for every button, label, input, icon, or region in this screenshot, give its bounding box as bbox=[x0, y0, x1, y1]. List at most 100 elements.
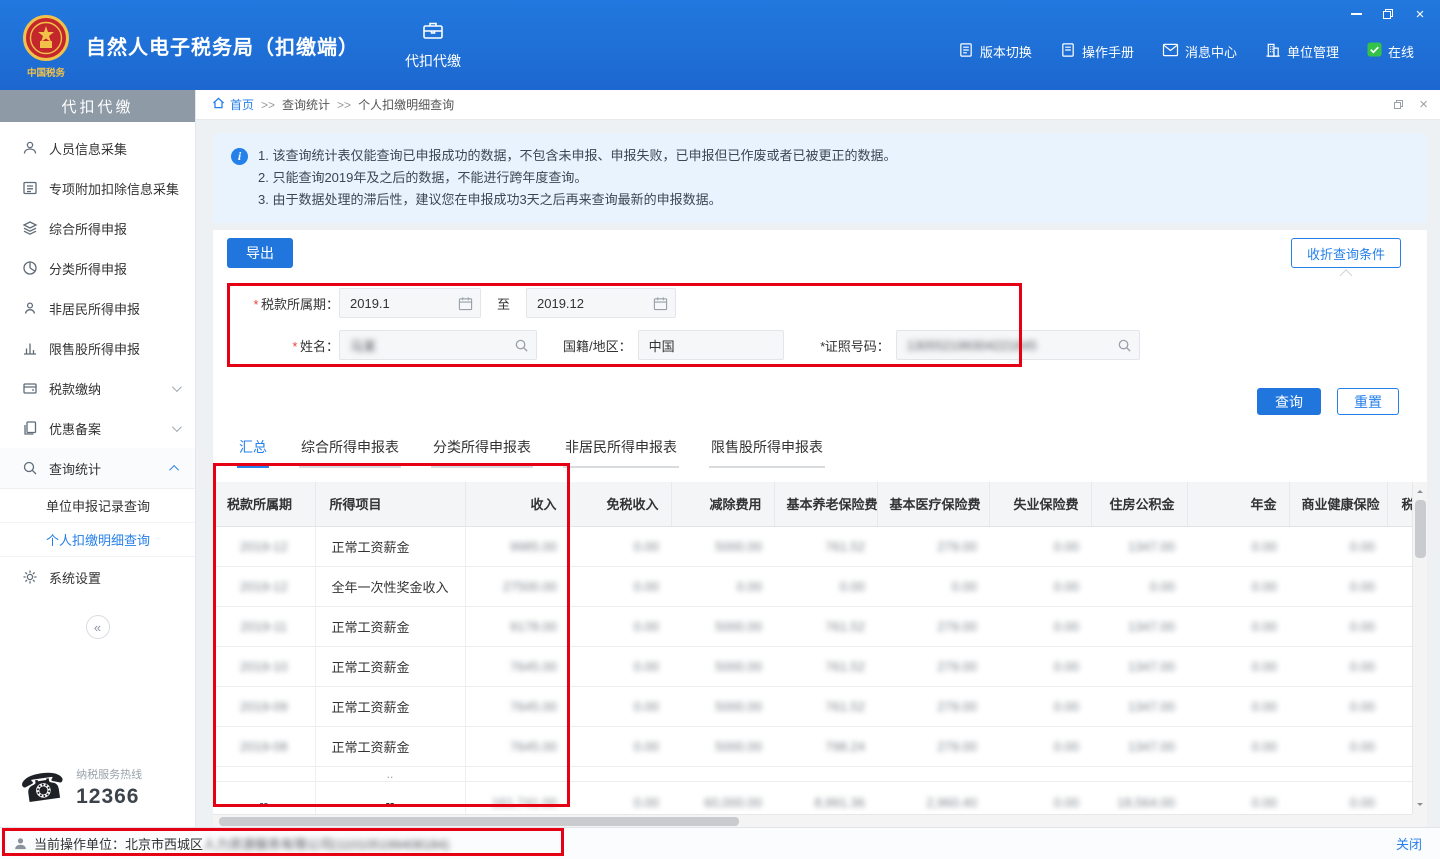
sidebar-item-personnel-info[interactable]: 人员信息采集 bbox=[0, 128, 195, 168]
required-mark: * bbox=[292, 339, 297, 354]
table-cell: 正常工资薪金 bbox=[315, 646, 465, 686]
sidebar-item-restricted-shares[interactable]: 限售股所得申报 bbox=[0, 328, 195, 368]
table-cell: 0.00 bbox=[569, 781, 671, 814]
query-form: *税款所属期： 至 bbox=[213, 288, 1427, 372]
nationality-field bbox=[638, 330, 784, 360]
window-minimize-button[interactable] bbox=[1348, 6, 1364, 22]
table-cell: 0.00 bbox=[569, 606, 671, 646]
table-cell bbox=[1187, 766, 1289, 781]
period-to-input[interactable] bbox=[527, 289, 675, 317]
name-input[interactable] bbox=[340, 331, 536, 359]
sidebar-item-label: 分类所得申报 bbox=[49, 259, 127, 278]
close-icon: × bbox=[1416, 7, 1425, 22]
sidebar-item-tax-payment[interactable]: 税款缴纳 bbox=[0, 368, 195, 408]
scroll-up-arrow[interactable] bbox=[1417, 487, 1423, 493]
breadcrumb-home[interactable]: 首页 bbox=[212, 96, 254, 113]
sidebar-item-label: 人员信息采集 bbox=[49, 139, 127, 158]
id-number-field bbox=[896, 330, 1140, 360]
tab-restricted-shares-form[interactable]: 限售股所得申报表 bbox=[709, 437, 825, 468]
window-close-button[interactable]: × bbox=[1412, 6, 1428, 22]
table-cell: 7645.00 bbox=[465, 686, 569, 726]
table-cell: 0.00 bbox=[1387, 526, 1412, 566]
vertical-scroll-thumb[interactable] bbox=[1415, 500, 1426, 558]
version-switch-icon bbox=[958, 42, 974, 61]
breadcrumb-level1[interactable]: 查询统计 bbox=[282, 96, 330, 113]
sidebar-item-nonresident-income[interactable]: 非居民所得申报 bbox=[0, 288, 195, 328]
horizontal-scrollbar[interactable] bbox=[213, 814, 1412, 827]
manual-link[interactable]: 操作手册 bbox=[1060, 42, 1134, 61]
sidebar-header: 代扣代缴 bbox=[0, 90, 195, 122]
tab-comprehensive-income-form[interactable]: 综合所得申报表 bbox=[299, 437, 401, 468]
table-cell bbox=[671, 766, 774, 781]
form-row-person: *姓名： 国籍/地区： bbox=[213, 330, 1427, 360]
table-cell: 2,960.40 bbox=[877, 781, 989, 814]
result-table: 税款所属期 所得项目 收入 免税收入 减除费用 基本养老保险费 基本医疗保险费 … bbox=[213, 482, 1412, 814]
table-cell: 279.00 bbox=[877, 606, 989, 646]
panel-close-icon[interactable]: × bbox=[1419, 97, 1428, 112]
tab-nonresident-income-form[interactable]: 非居民所得申报表 bbox=[563, 437, 679, 468]
unit-management-link[interactable]: 单位管理 bbox=[1265, 42, 1339, 61]
table-cell: 0.00 bbox=[1187, 686, 1289, 726]
scroll-down-arrow[interactable] bbox=[1417, 803, 1423, 809]
period-from-input[interactable] bbox=[340, 289, 480, 317]
collapse-query-label: 收折查询条件 bbox=[1307, 247, 1385, 262]
close-link[interactable]: 关闭 bbox=[1396, 834, 1422, 853]
table-cell: 2019-08 bbox=[213, 726, 315, 766]
reset-button[interactable]: 重置 bbox=[1337, 388, 1399, 415]
table-partial-row: .. bbox=[213, 766, 1412, 781]
panel-restore-icon[interactable] bbox=[1394, 100, 1403, 109]
sidebar-item-special-deduction[interactable]: 专项附加扣除信息采集 bbox=[0, 168, 195, 208]
message-center-link[interactable]: 消息中心 bbox=[1162, 42, 1237, 61]
sidebar-submenu: 单位申报记录查询 个人扣缴明细查询 bbox=[0, 488, 195, 557]
table-cell: 0.00 bbox=[989, 526, 1091, 566]
nationality-input[interactable] bbox=[639, 331, 783, 359]
collapse-query-button[interactable]: 收折查询条件 bbox=[1291, 238, 1401, 268]
export-button[interactable]: 导出 bbox=[227, 238, 293, 268]
sidebar-item-classified-income[interactable]: 分类所得申报 bbox=[0, 248, 195, 288]
id-number-input[interactable] bbox=[897, 331, 1139, 359]
card-toolbar: 导出 收折查询条件 bbox=[213, 230, 1427, 268]
table-cell: 0.00 bbox=[1387, 781, 1412, 814]
table-cell bbox=[989, 766, 1091, 781]
sidebar-subitem-personal-withholding-query[interactable]: 个人扣缴明细查询 bbox=[0, 523, 195, 557]
table-cell bbox=[877, 766, 989, 781]
col-taxfree-income: 免税收入 bbox=[569, 482, 671, 526]
sidebar-item-system-settings[interactable]: 系统设置 bbox=[0, 557, 195, 597]
vertical-scrollbar[interactable] bbox=[1412, 482, 1427, 814]
table-cell: 0.00 bbox=[989, 606, 1091, 646]
breadcrumb-level2: 个人扣缴明细查询 bbox=[358, 96, 454, 113]
table-cell: 1347.00 bbox=[1091, 646, 1187, 686]
tab-withholding-module[interactable]: 代扣代缴 bbox=[405, 19, 461, 71]
table-cell: 1347.00 bbox=[1091, 726, 1187, 766]
table-body: 2019-12正常工资薪金9985.000.005000.00761.52279… bbox=[213, 526, 1412, 814]
table-cell: 0.00 bbox=[989, 781, 1091, 814]
window-restore-button[interactable] bbox=[1380, 6, 1396, 22]
nationality-label: 国籍/地区： bbox=[563, 336, 632, 355]
horizontal-scroll-thumb[interactable] bbox=[219, 817, 739, 826]
sidebar-item-preference-filing[interactable]: 优惠备案 bbox=[0, 408, 195, 448]
table-cell: 5000.00 bbox=[671, 686, 774, 726]
tab-summary[interactable]: 汇总 bbox=[237, 437, 269, 468]
header-links: 版本切换 操作手册 消息中心 bbox=[958, 30, 1414, 61]
table-header-row: 税款所属期 所得项目 收入 免税收入 减除费用 基本养老保险费 基本医疗保险费 … bbox=[213, 482, 1412, 526]
version-switch-link[interactable]: 版本切换 bbox=[958, 42, 1032, 61]
documents-icon bbox=[22, 420, 38, 436]
notice-box: i 1. 该查询统计表仅能查询已申报成功的数据，不包含未申报、申报失败，已申报但… bbox=[213, 133, 1427, 223]
main-area: 首页 >> 查询统计 >> 个人扣缴明细查询 × i 1. 该查询统计表仅能查询… bbox=[196, 90, 1440, 827]
table-cell: 761.52 bbox=[774, 646, 877, 686]
tab-classified-income-form[interactable]: 分类所得申报表 bbox=[431, 437, 533, 468]
table-row: 2019-12正常工资薪金9985.000.005000.00761.52279… bbox=[213, 526, 1412, 566]
col-tax-period: 税款所属期 bbox=[213, 482, 315, 526]
sidebar-collapse-button[interactable]: « bbox=[86, 615, 110, 639]
table-cell: 2019-09 bbox=[213, 686, 315, 726]
sidebar-subitem-unit-declare-query[interactable]: 单位申报记录查询 bbox=[0, 489, 195, 523]
table-cell: 0.00 bbox=[1187, 606, 1289, 646]
query-button[interactable]: 查询 bbox=[1257, 388, 1321, 415]
required-mark: * bbox=[253, 297, 258, 312]
result-table-zone: 税款所属期 所得项目 收入 免税收入 减除费用 基本养老保险费 基本医疗保险费 … bbox=[213, 482, 1427, 827]
sidebar-item-comprehensive-income[interactable]: 综合所得申报 bbox=[0, 208, 195, 248]
message-center-icon bbox=[1162, 43, 1179, 60]
sidebar-item-query-statistics[interactable]: 查询统计 bbox=[0, 448, 195, 488]
table-cell: -- bbox=[315, 781, 465, 814]
online-status[interactable]: 在线 bbox=[1367, 42, 1414, 61]
